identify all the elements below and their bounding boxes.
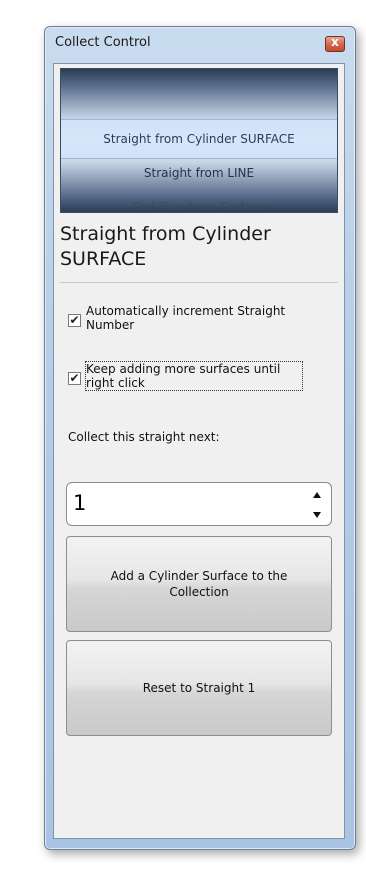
- drum-item-third[interactable]: End Trim from Surface: [61, 197, 337, 212]
- checkmark-icon: ✔: [69, 371, 80, 385]
- spin-up-icon[interactable]: [313, 492, 321, 498]
- auto-increment-label: Automatically increment Straight Number: [86, 304, 286, 332]
- reset-straight-button[interactable]: Reset to Straight 1: [66, 640, 332, 736]
- keep-adding-checkbox[interactable]: ✔: [68, 372, 81, 385]
- drum-item-next[interactable]: Straight from LINE: [61, 163, 337, 183]
- client-area: Straight from Cylinder SURFACE Straight …: [53, 63, 345, 839]
- selected-mode-heading: Straight from Cylinder SURFACE: [60, 223, 271, 270]
- window-title: Collect Control: [55, 35, 151, 50]
- close-icon: x: [331, 35, 339, 49]
- spin-arrows[interactable]: [313, 492, 323, 518]
- spinner-value[interactable]: 1: [73, 491, 86, 515]
- keep-adding-label: Keep adding more surfaces until right cl…: [85, 361, 303, 391]
- collect-control-window: Collect Control x Straight from Cylinder…: [44, 26, 356, 850]
- auto-increment-checkbox[interactable]: ✔: [68, 314, 81, 327]
- title-bar[interactable]: Collect Control x: [45, 27, 355, 61]
- option-drum-selector[interactable]: Straight from Cylinder SURFACE Straight …: [60, 68, 338, 213]
- straight-number-spinner[interactable]: 1: [66, 482, 332, 526]
- spin-down-icon[interactable]: [313, 512, 321, 518]
- divider: [60, 282, 338, 283]
- add-button-label: Add a Cylinder Surface to the Collection: [110, 569, 288, 599]
- add-cylinder-surface-button[interactable]: Add a Cylinder Surface to the Collection: [66, 536, 332, 632]
- drum-item-selected[interactable]: Straight from Cylinder SURFACE: [61, 119, 337, 159]
- checkmark-icon: ✔: [69, 313, 80, 327]
- close-button[interactable]: x: [325, 35, 345, 52]
- reset-button-label: Reset to Straight 1: [142, 681, 256, 695]
- collect-next-label: Collect this straight next:: [68, 430, 220, 444]
